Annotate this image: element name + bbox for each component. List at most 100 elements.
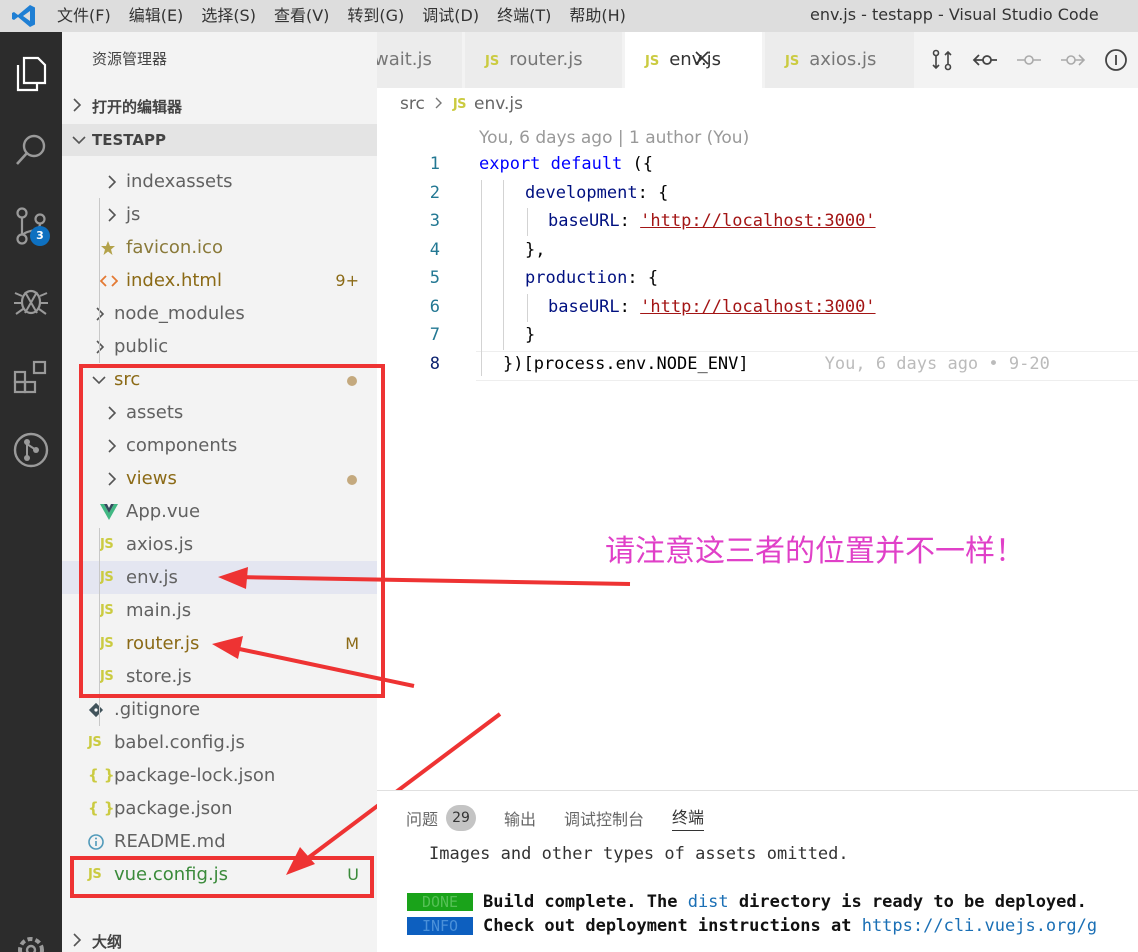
code-line-2[interactable]: development: { <box>525 183 668 203</box>
title-bar: 文件(F) 编辑(E) 选择(S) 查看(V) 转到(G) 调试(D) 终端(T) 帮助(H)… <box>0 0 1138 32</box>
tree-item-favicon-ico[interactable]: favicon.ico <box>62 231 377 264</box>
close-icon[interactable] <box>695 32 709 88</box>
js-file-icon: JS <box>785 54 800 69</box>
terminal-dist: dist <box>687 892 729 912</box>
tree-item-public[interactable]: public <box>62 330 377 363</box>
outline-header[interactable]: 大纲 <box>62 926 377 952</box>
code-line-8[interactable]: })[process.env.NODE_ENV] You, 6 days ago … <box>503 354 1050 374</box>
extensions-icon[interactable] <box>0 348 62 404</box>
tree-item-babel-config-js[interactable]: JS babel.config.js <box>62 726 377 759</box>
breadcrumb: src JS env.js <box>400 94 523 114</box>
tab-label: router.js <box>509 49 583 70</box>
project-label: TESTAPP <box>92 131 166 149</box>
editor-tab[interactable]: JS router.js <box>465 32 623 88</box>
open-editors-header[interactable]: 打开的编辑器 <box>62 91 377 123</box>
line-number: 6 <box>429 297 440 317</box>
tab-problems[interactable]: 问题 29 <box>406 804 477 831</box>
menu-item[interactable]: 调试(D) <box>413 0 488 32</box>
tree-item-package-lock-json[interactable]: { } package-lock.json <box>62 759 377 792</box>
search-icon[interactable] <box>0 122 62 178</box>
breadcrumb-file[interactable]: env.js <box>474 94 523 114</box>
more-actions-icon[interactable] <box>1094 32 1138 88</box>
js-file-icon: JS <box>645 54 660 69</box>
code-string-url[interactable]: 'http://localhost:3000' <box>640 211 875 231</box>
code-text: }, <box>525 240 546 260</box>
tree-item-indexassets[interactable]: indexassets <box>62 165 377 198</box>
tab-problems-label: 问题 <box>406 809 439 829</box>
info-tag: INFO <box>407 917 473 935</box>
commit-icon[interactable] <box>1007 32 1051 88</box>
line-number: 5 <box>429 268 440 288</box>
tree-item-package-json[interactable]: { } package.json <box>62 792 377 825</box>
source-control-icon[interactable]: 3 <box>0 198 62 254</box>
menu-item[interactable]: 转到(G) <box>338 0 413 32</box>
vscode-window: 文件(F) 编辑(E) 选择(S) 查看(V) 转到(G) 调试(D) 终端(T) 帮助(H)… <box>0 0 1138 952</box>
line-number: 2 <box>429 183 440 203</box>
code-property: development <box>525 183 638 203</box>
code-text: : { <box>627 268 659 288</box>
tree-item-label: package.json <box>114 798 233 819</box>
tab-label: wait.js <box>377 49 432 70</box>
code-text: ({ <box>622 154 654 174</box>
code-string-url[interactable]: 'http://localhost:3000' <box>640 297 875 317</box>
scm-badge: 3 <box>30 226 50 246</box>
code-line-4[interactable]: }, <box>525 240 545 260</box>
editor-tab[interactable]: JS axios.js <box>765 32 915 88</box>
code-text: } <box>525 325 536 345</box>
terminal-link[interactable]: https://cli.vuejs.org/g <box>862 916 1097 936</box>
sidebar-title: 资源管理器 <box>92 50 168 68</box>
tree-item-js[interactable]: js <box>62 198 377 231</box>
menu-item[interactable]: 终端(T) <box>488 0 560 32</box>
menu-item[interactable]: 查看(V) <box>265 0 338 32</box>
chevron-right-icon <box>93 297 107 330</box>
outline-label: 大纲 <box>92 933 123 951</box>
code-text: })[process.env.NODE_ENV] <box>503 354 749 374</box>
breadcrumb-folder[interactable]: src <box>400 94 425 114</box>
json-file-icon: { } <box>88 799 115 817</box>
line-number: 4 <box>429 240 440 260</box>
terminal-text: directory is ready to be deployed. <box>728 892 1087 912</box>
menu-item[interactable]: 文件(F) <box>48 0 120 32</box>
code-line-3[interactable]: baseURL: 'http://localhost:3000' <box>548 211 876 231</box>
tree-item-label: js <box>126 204 141 225</box>
code-line-7[interactable]: } <box>525 325 535 345</box>
code-line-5[interactable]: production: { <box>525 268 658 288</box>
favicon-star-icon <box>100 231 116 264</box>
tab-output-label: 输出 <box>504 809 537 829</box>
tree-item-readme-md[interactable]: README.md <box>62 825 377 858</box>
previous-revision-icon[interactable] <box>964 32 1008 88</box>
project-header[interactable]: TESTAPP <box>62 124 377 156</box>
tab-debug-console[interactable]: 调试控制台 <box>564 806 644 830</box>
code-line-1[interactable]: export default ({ <box>479 154 653 174</box>
codelens-blame[interactable]: You, 6 days ago | 1 author (You) <box>479 128 749 148</box>
tree-item-index-html[interactable]: index.html 9+ <box>62 264 377 297</box>
editor-tab[interactable]: JS env.js <box>625 32 763 88</box>
activity-bar: 3 <box>0 32 62 952</box>
menu-item[interactable]: 选择(S) <box>192 0 265 32</box>
breadcrumb-separator-icon <box>435 94 443 114</box>
annotation-text: 请注意这三者的位置并不一样！ <box>605 534 1025 569</box>
code-line-6[interactable]: baseURL: 'http://localhost:3000' <box>548 297 876 317</box>
next-revision-icon[interactable] <box>1051 32 1095 88</box>
tree-item-node-modules[interactable]: node_modules <box>62 297 377 330</box>
terminal-line-info: INFO Check out deployment instructions at… <box>407 916 1097 936</box>
tree-item-label: README.md <box>114 831 226 852</box>
tree-item-label: node_modules <box>114 303 245 324</box>
settings-gear-icon[interactable] <box>0 922 62 952</box>
tab-output[interactable]: 输出 <box>504 806 536 830</box>
debug-icon[interactable] <box>0 272 62 328</box>
vscode-logo-icon <box>0 0 48 32</box>
explorer-icon[interactable] <box>0 46 62 102</box>
tree-item-label: favicon.ico <box>126 237 223 258</box>
editor-tab[interactable]: wait.js <box>377 32 463 88</box>
tree-item-label: index.html <box>126 270 222 291</box>
terminal-text: Build complete. The <box>483 892 688 912</box>
menu-item[interactable]: 编辑(E) <box>120 0 193 32</box>
tree-item-label: package-lock.json <box>114 765 276 786</box>
line-number: 7 <box>429 325 440 345</box>
tab-terminal[interactable]: 终端 <box>672 804 705 831</box>
open-changes-icon[interactable] <box>920 32 964 88</box>
git-graph-icon[interactable] <box>0 422 62 478</box>
menu-item[interactable]: 帮助(H) <box>560 0 635 32</box>
code-text: : <box>619 211 641 231</box>
